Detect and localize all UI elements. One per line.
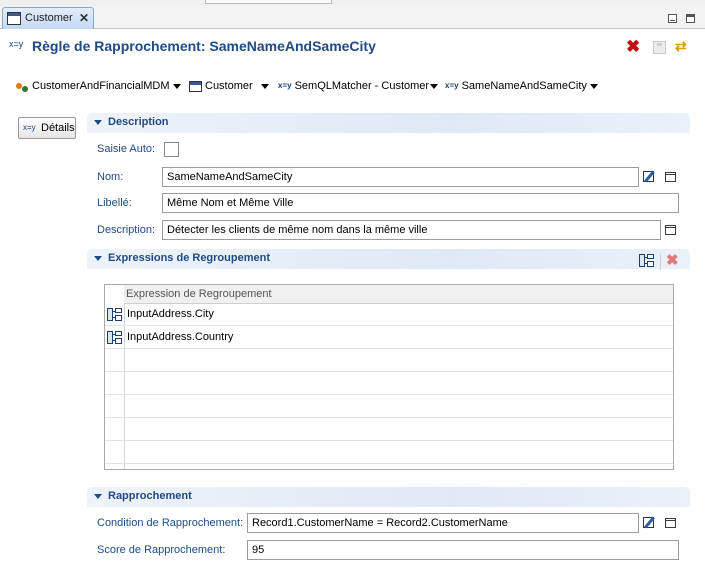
section-title: Expressions de Regroupement: [108, 252, 270, 264]
model-icon: [16, 80, 29, 93]
editor-tab-bar: Customer ✕: [0, 5, 705, 29]
condition-label: Condition de Rapprochement:: [97, 517, 244, 529]
table-row-empty: [105, 372, 673, 395]
expression-text: InputAddress.City: [127, 308, 214, 320]
matching-section-header[interactable]: Rapprochement: [87, 487, 690, 507]
auto-checkbox[interactable]: [164, 142, 179, 157]
breadcrumb-item-model[interactable]: CustomerAndFinancialMDM: [16, 77, 170, 95]
expression-icon: [107, 331, 123, 344]
breadcrumb-label: CustomerAndFinancialMDM: [32, 80, 170, 92]
table-row[interactable]: InputAddress.City: [105, 303, 673, 326]
entity-editor-icon: [7, 12, 21, 25]
table-row[interactable]: InputAddress.Country: [105, 326, 673, 349]
minimize-button[interactable]: [668, 14, 677, 23]
remove-expression-icon[interactable]: ✖: [666, 253, 679, 268]
breadcrumb-label: Customer: [205, 80, 253, 92]
save-icon: [653, 41, 666, 54]
breadcrumb-item-rule[interactable]: x=y SameNameAndSameCity: [445, 77, 587, 95]
toolbar-fragment: [205, 0, 332, 4]
column-header-label: Expression de Regroupement: [126, 288, 272, 300]
score-label: Score de Rapprochement:: [97, 544, 226, 556]
xy-icon: x=y: [23, 123, 36, 132]
table-row-empty: [105, 418, 673, 441]
tab-customer[interactable]: Customer ✕: [2, 7, 94, 29]
link-sync-icon[interactable]: ⇄: [675, 38, 687, 55]
close-icon[interactable]: ✕: [79, 11, 89, 25]
section-title: Description: [108, 116, 169, 128]
table-row-empty: [105, 349, 673, 372]
section-title: Rapprochement: [108, 490, 192, 502]
edit-pencil-icon[interactable]: [643, 170, 657, 184]
breadcrumb-item-matcher[interactable]: x=y SemQLMatcher - Customer: [276, 77, 429, 95]
xy-icon: x=y: [445, 81, 459, 91]
libelle-label: Libellé:: [97, 197, 132, 209]
score-field[interactable]: [247, 540, 679, 560]
tab-label: Customer: [25, 12, 73, 24]
expand-editor-icon[interactable]: [665, 225, 676, 235]
column-header[interactable]: Expression de Regroupement: [124, 285, 673, 304]
breadcrumb-label: SameNameAndSameCity: [461, 80, 587, 92]
grouping-table: Expression de Regroupement InputAddress.…: [104, 284, 674, 470]
condition-field[interactable]: [247, 513, 639, 533]
description-section-header[interactable]: Description: [87, 113, 690, 133]
table-row-empty: [105, 395, 673, 418]
breadcrumb: CustomerAndFinancialMDM Customer x=y SemQ…: [14, 77, 694, 95]
breadcrumb-item-entity[interactable]: Customer: [189, 77, 253, 95]
libelle-field[interactable]: [162, 193, 679, 213]
details-button[interactable]: x=y Détails: [18, 117, 76, 139]
expression-text: InputAddress.Country: [127, 331, 234, 343]
name-field[interactable]: [162, 167, 639, 187]
delete-icon[interactable]: ✖: [626, 38, 640, 55]
collapse-icon[interactable]: [94, 120, 102, 125]
collapse-icon[interactable]: [94, 256, 102, 261]
edit-pencil-icon[interactable]: [643, 516, 657, 530]
description-label: Description:: [97, 224, 156, 236]
table-row-empty: [105, 441, 673, 464]
collapse-icon[interactable]: [94, 494, 102, 499]
match-rule-icon: x=y: [9, 39, 24, 49]
matcher-icon: x=y: [278, 81, 292, 91]
add-expression-icon[interactable]: [639, 254, 655, 267]
breadcrumb-label: SemQLMatcher - Customer: [294, 80, 430, 92]
expression-icon: [107, 308, 123, 321]
maximize-button[interactable]: [686, 14, 695, 23]
details-label: Détails: [41, 122, 75, 134]
page-title: Règle de Rapprochement: SameNameAndSameC…: [32, 38, 376, 54]
expand-editor-icon[interactable]: [665, 518, 676, 528]
name-label: Nom:: [97, 171, 124, 183]
auto-label: Saisie Auto:: [97, 143, 156, 155]
toolbar-divider: [660, 254, 661, 270]
grouping-section-header[interactable]: Expressions de Regroupement: [87, 249, 690, 269]
expand-editor-icon[interactable]: [665, 172, 676, 182]
entity-icon: [189, 80, 202, 92]
description-field[interactable]: [162, 220, 661, 240]
